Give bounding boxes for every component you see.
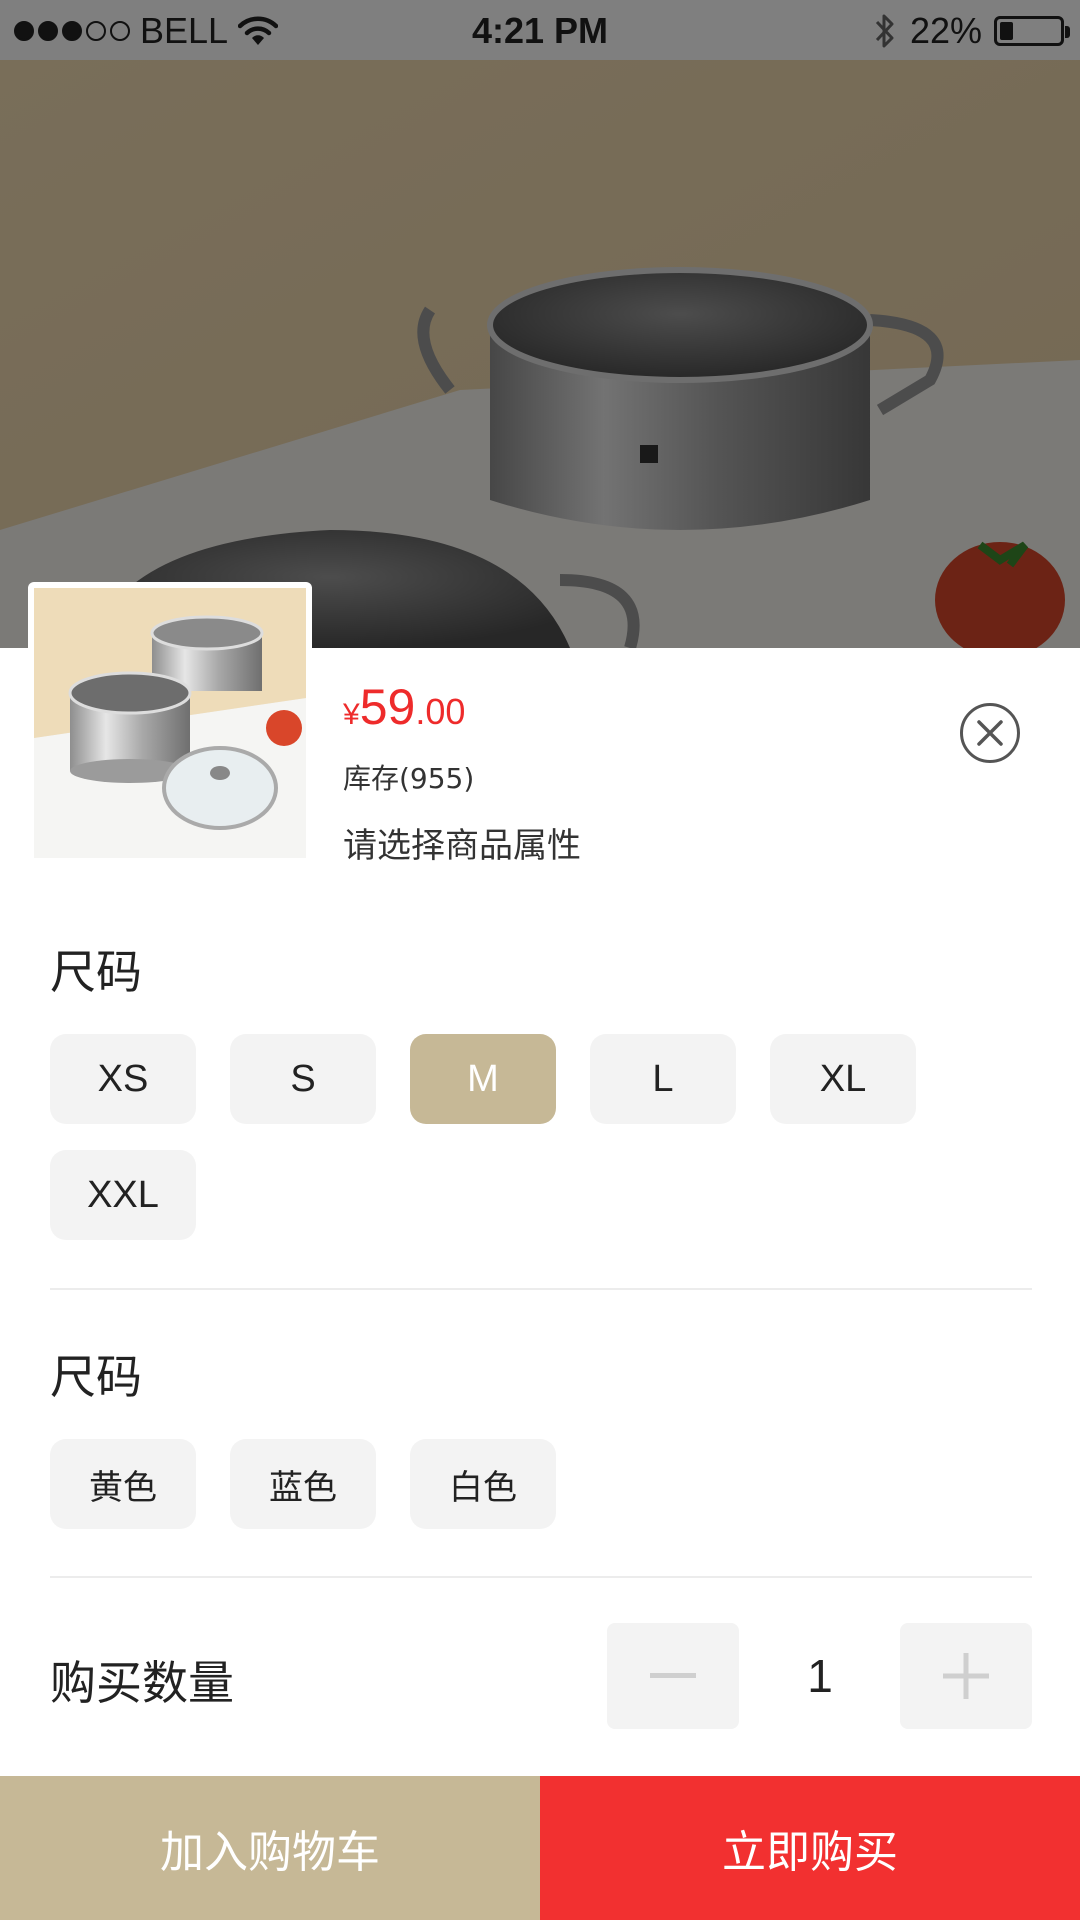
quantity-increase-button[interactable] — [900, 1623, 1032, 1729]
size-option-m[interactable]: M — [410, 1034, 556, 1124]
price-currency: ¥ — [343, 698, 360, 731]
action-bar: 加入购物车 立即购买 — [0, 1776, 1080, 1920]
size-option-s[interactable]: S — [230, 1034, 376, 1124]
size-option-xl[interactable]: XL — [770, 1034, 916, 1124]
battery-percent: 22% — [909, 10, 982, 51]
color-option-white[interactable]: 白色 — [410, 1439, 556, 1529]
status-bar: BELL 4:21 PM 22% — [0, 0, 1080, 60]
section-divider — [50, 1288, 1032, 1290]
status-right: 22% — [872, 10, 1070, 52]
quantity-label: 购买数量 — [50, 1656, 234, 1710]
price-decimal: .00 — [415, 691, 466, 732]
color-section-title: 尺码 — [50, 1350, 142, 1404]
section-divider — [50, 1576, 1032, 1578]
dim-overlay[interactable] — [0, 60, 1080, 648]
size-option-xxl[interactable]: XXL — [50, 1150, 196, 1240]
size-option-l[interactable]: L — [590, 1034, 736, 1124]
buy-now-button[interactable]: 立即购买 — [540, 1776, 1080, 1920]
select-attributes-prompt: 请选择商品属性 — [343, 826, 581, 866]
close-icon — [977, 720, 1003, 746]
size-option-xs[interactable]: XS — [50, 1034, 196, 1124]
stock-count: 库存(955) — [343, 762, 475, 795]
product-thumbnail-image — [34, 588, 306, 858]
bluetooth-icon — [875, 14, 894, 48]
plus-icon — [943, 1653, 989, 1699]
color-option-yellow[interactable]: 黄色 — [50, 1439, 196, 1529]
product-thumbnail — [28, 582, 312, 864]
color-option-blue[interactable]: 蓝色 — [230, 1439, 376, 1529]
battery-level — [1000, 22, 1013, 40]
quantity-value[interactable]: 1 — [740, 1623, 900, 1729]
add-to-cart-button[interactable]: 加入购物车 — [0, 1776, 540, 1920]
price-integer: 59 — [359, 679, 416, 735]
minus-icon — [650, 1673, 696, 1678]
close-button[interactable] — [960, 703, 1020, 763]
size-section-title: 尺码 — [50, 945, 142, 999]
quantity-decrease-button[interactable] — [607, 1623, 739, 1729]
background-product-photo — [0, 60, 1080, 648]
battery-icon — [994, 16, 1070, 46]
product-price: ¥59.00 — [343, 678, 465, 736]
